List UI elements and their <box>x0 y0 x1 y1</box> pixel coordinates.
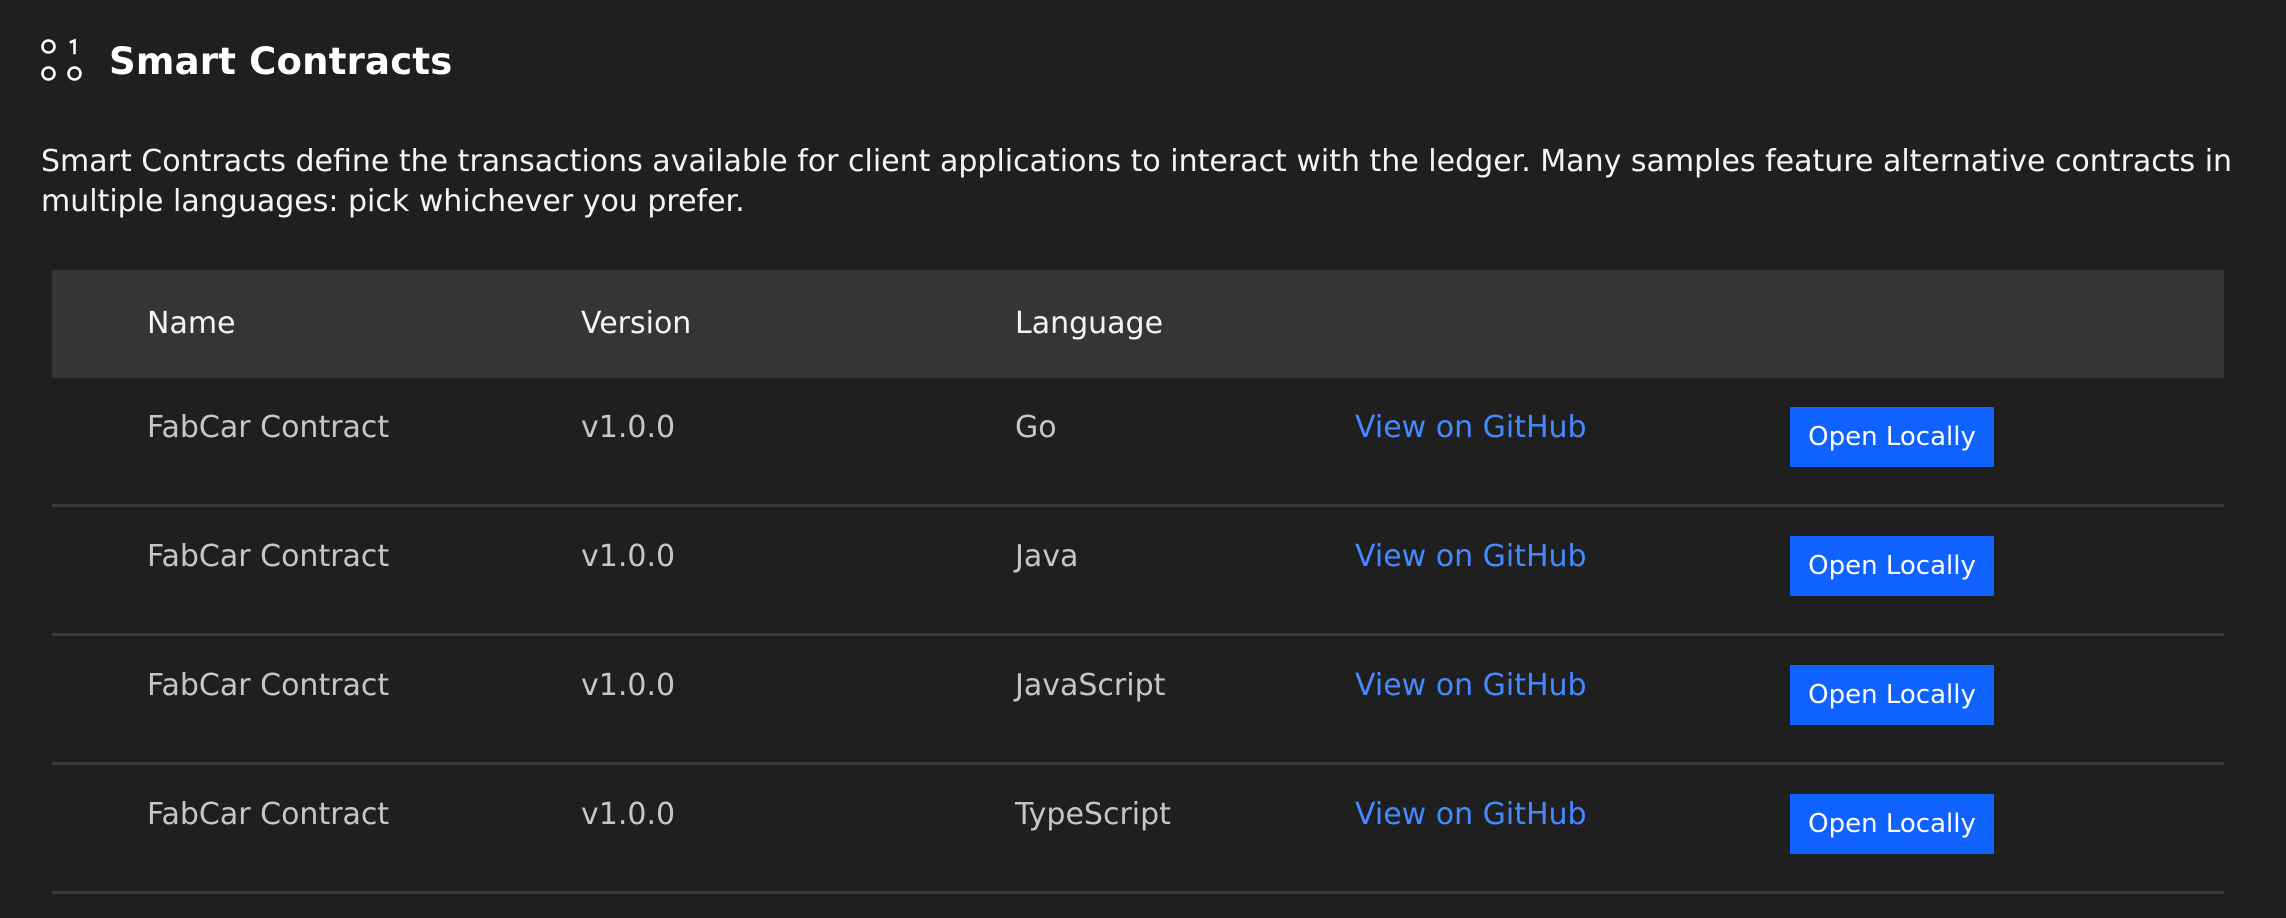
view-on-github-link[interactable]: View on GitHub <box>1355 765 1587 865</box>
open-locally-button[interactable]: Open Locally <box>1790 407 1994 467</box>
view-on-github-link[interactable]: View on GitHub <box>1355 636 1587 736</box>
column-header-name: Name <box>147 306 236 341</box>
contract-version: v1.0.0 <box>581 539 676 574</box>
column-header-version: Version <box>581 306 692 341</box>
view-on-github-link[interactable]: View on GitHub <box>1355 507 1587 607</box>
contract-name: FabCar Contract <box>147 539 390 574</box>
table-row: FabCar Contract v1.0.0 Java View on GitH… <box>52 507 2224 636</box>
contract-version: v1.0.0 <box>581 797 676 832</box>
contract-version: v1.0.0 <box>581 668 676 703</box>
contract-language: TypeScript <box>1015 797 1171 832</box>
contract-name: FabCar Contract <box>147 797 390 832</box>
contract-language: Go <box>1015 410 1057 445</box>
table-row: FabCar Contract v1.0.0 Go View on GitHub… <box>52 378 2224 507</box>
contract-name: FabCar Contract <box>147 410 390 445</box>
smart-contract-icon <box>41 38 82 81</box>
contract-language: Java <box>1015 539 1079 574</box>
column-header-language: Language <box>1015 306 1164 341</box>
smart-contracts-panel: Smart Contracts Smart Contracts define t… <box>0 0 2286 918</box>
view-on-github-link[interactable]: View on GitHub <box>1355 378 1587 478</box>
contract-name: FabCar Contract <box>147 668 390 703</box>
section-title: Smart Contracts <box>109 39 453 83</box>
open-locally-button[interactable]: Open Locally <box>1790 794 1994 854</box>
table-header-row: Name Version Language <box>52 270 2224 378</box>
open-locally-button[interactable]: Open Locally <box>1790 665 1994 725</box>
open-locally-button[interactable]: Open Locally <box>1790 536 1994 596</box>
contract-version: v1.0.0 <box>581 410 676 445</box>
contract-language: JavaScript <box>1015 668 1166 703</box>
contracts-table: Name Version Language FabCar Contract v1… <box>52 270 2224 894</box>
table-row: FabCar Contract v1.0.0 TypeScript View o… <box>52 765 2224 894</box>
section-header: Smart Contracts <box>40 36 452 86</box>
table-row: FabCar Contract v1.0.0 JavaScript View o… <box>52 636 2224 765</box>
section-description: Smart Contracts define the transactions … <box>41 144 2233 219</box>
